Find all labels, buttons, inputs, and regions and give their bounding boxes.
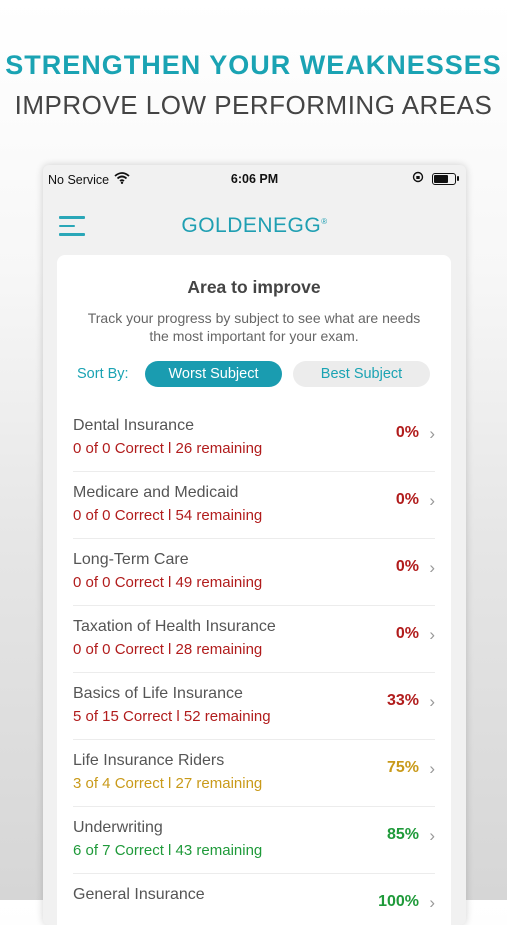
subject-percent: 85% — [386, 826, 419, 843]
chevron-right-icon: › — [429, 491, 435, 510]
subject-row[interactable]: Underwriting 6 of 7 Correct l 43 remaini… — [73, 807, 435, 874]
chevron-right-icon: › — [429, 826, 435, 845]
subject-percent: 33% — [386, 692, 419, 709]
sort-controls: Sort By: Worst Subject Best Subject — [57, 361, 451, 387]
subject-stats: 0 of 0 Correct l 28 remaining — [73, 641, 263, 658]
subject-percent: 0% — [395, 491, 419, 508]
subject-name: Underwriting — [73, 819, 163, 836]
status-bar: No Service 6:06 PM — [43, 165, 466, 193]
chevron-right-icon: › — [429, 692, 435, 711]
subject-name: Life Insurance Riders — [73, 752, 225, 769]
subject-list: Dental Insurance 0 of 0 Correct l 26 rem… — [73, 405, 435, 925]
sort-label: Sort By: — [77, 366, 129, 382]
subject-percent: 0% — [395, 625, 419, 642]
sort-best-subject-button[interactable]: Best Subject — [293, 361, 430, 387]
battery-icon — [432, 172, 459, 185]
subject-row[interactable]: Basics of Life Insurance 5 of 15 Correct… — [73, 673, 435, 740]
subject-percent: 0% — [395, 558, 419, 575]
sort-worst-subject-button[interactable]: Worst Subject — [145, 361, 282, 387]
chevron-right-icon: › — [429, 424, 435, 443]
subject-stats: 3 of 4 Correct l 27 remaining — [73, 775, 263, 792]
subject-row[interactable]: Medicare and Medicaid 0 of 0 Correct l 5… — [73, 472, 435, 539]
subject-name: Dental Insurance — [73, 417, 194, 434]
subject-percent: 75% — [386, 759, 419, 776]
subject-row[interactable]: Long-Term Care 0 of 0 Correct l 49 remai… — [73, 539, 435, 606]
chevron-right-icon: › — [429, 558, 435, 577]
subject-stats: 0 of 0 Correct l 49 remaining — [73, 574, 263, 591]
subject-row[interactable]: Dental Insurance 0 of 0 Correct l 26 rem… — [73, 405, 435, 472]
app-bar: GOLDENEGG® — [43, 201, 466, 251]
status-time: 6:06 PM — [230, 172, 279, 186]
chevron-right-icon: › — [429, 893, 435, 912]
subject-stats: 5 of 15 Correct l 52 remaining — [73, 708, 271, 725]
phone-screen: No Service 6:06 PM GOLDENEGG® Area to im… — [43, 165, 466, 925]
subject-name: Medicare and Medicaid — [73, 484, 239, 501]
app-logo: GOLDENEGG® — [181, 214, 328, 237]
chevron-right-icon: › — [429, 625, 435, 644]
area-to-improve-card: Area to improve Track your progress by s… — [57, 255, 451, 925]
subject-stats: 6 of 7 Correct l 43 remaining — [73, 842, 263, 859]
subject-name: Basics of Life Insurance — [73, 685, 243, 702]
promo-subline: IMPROVE LOW PERFORMING AREAS — [14, 90, 493, 120]
promo-headline: STRENGTHEN YOUR WEAKNESSES — [5, 50, 502, 80]
card-title: Area to improve — [187, 277, 321, 297]
subject-name: Long-Term Care — [73, 551, 189, 568]
chevron-right-icon: › — [429, 759, 435, 778]
subject-name: General Insurance — [73, 886, 205, 903]
subject-row[interactable]: Taxation of Health Insurance 0 of 0 Corr… — [73, 606, 435, 673]
subject-stats: 0 of 0 Correct l 54 remaining — [73, 507, 263, 524]
subject-stats: 0 of 0 Correct l 26 remaining — [73, 440, 263, 457]
subject-percent: 100% — [378, 893, 419, 910]
orientation-lock-icon — [412, 171, 424, 186]
subject-percent: 0% — [395, 424, 419, 441]
subject-row[interactable]: Life Insurance Riders 3 of 4 Correct l 2… — [73, 740, 435, 807]
subject-name: Taxation of Health Insurance — [73, 618, 276, 635]
card-description: Track your progress by subject to see wh… — [87, 310, 421, 344]
